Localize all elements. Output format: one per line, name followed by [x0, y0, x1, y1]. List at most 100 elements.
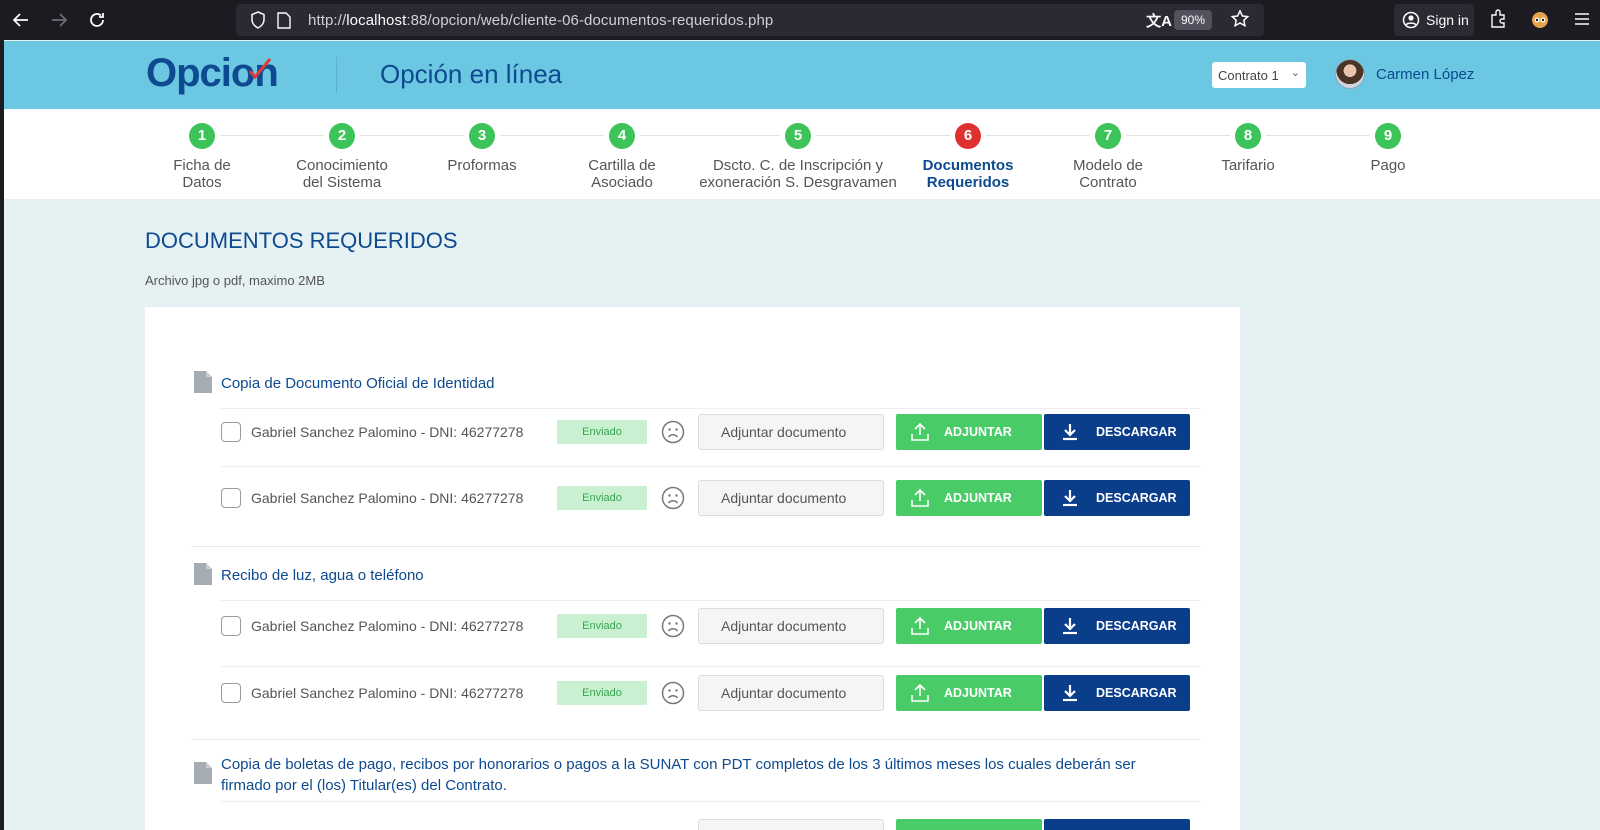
back-button[interactable]	[4, 3, 38, 37]
reload-button[interactable]	[80, 3, 114, 37]
row-checkbox[interactable]	[221, 616, 241, 636]
zoom-badge[interactable]: 90%	[1173, 10, 1212, 30]
person-label: Gabriel Sanchez Palomino - DNI: 46277278	[251, 490, 524, 506]
upload-label: ADJUNTAR	[944, 491, 1012, 505]
upload-button[interactable]: ADJUNTAR	[896, 414, 1042, 450]
download-button[interactable]: DESCARGAR	[1044, 608, 1190, 644]
row-checkbox[interactable]	[221, 488, 241, 508]
header-divider	[336, 57, 337, 93]
divider	[221, 408, 1201, 409]
shield-icon[interactable]	[248, 10, 268, 30]
document-row: Gabriel Sanchez Palomino - DNI: 46277278…	[221, 480, 1199, 516]
chevron-down-icon: ⌄	[1290, 67, 1300, 79]
extension-mask-icon[interactable]	[1530, 10, 1550, 35]
download-button[interactable]: DESCARGAR	[1044, 675, 1190, 711]
extensions-icon[interactable]	[1489, 8, 1509, 35]
document-icon	[194, 762, 212, 784]
page-icon	[274, 10, 294, 30]
sad-face-icon	[661, 420, 685, 444]
upload-label: ADJUNTAR	[944, 686, 1012, 700]
download-button[interactable]: DESCARGAR	[1044, 414, 1190, 450]
step-number: 8	[1235, 123, 1261, 149]
download-label: DESCARGAR	[1096, 686, 1177, 700]
document-icon	[194, 563, 212, 585]
page-subtitle: Archivo jpg o pdf, maximo 2MB	[145, 273, 325, 288]
step-label: Cartilla de Asociado	[588, 157, 656, 191]
upload-button[interactable]: ADJUNTAR	[896, 608, 1042, 644]
app-title: Opción en línea	[380, 59, 563, 89]
status-badge: Enviado	[557, 486, 647, 510]
group-title: Copia de boletas de pago, recibos por ho…	[221, 756, 1136, 794]
upload-label: ADJUNTAR	[944, 425, 1012, 439]
page-title: DOCUMENTOS REQUERIDOS	[145, 228, 458, 253]
person-label: Gabriel Sanchez Palomino - DNI: 46277278	[251, 424, 524, 440]
app-header: Opcion Opción en línea Contrato 1 ⌄ Carm…	[4, 41, 1600, 109]
status-badge: Enviado	[557, 614, 647, 638]
row-checkbox[interactable]	[221, 683, 241, 703]
download-icon	[1063, 685, 1077, 702]
download-label: DESCARGAR	[1096, 619, 1177, 633]
download-button[interactable]: DESCARGAR	[1044, 480, 1190, 516]
document-row: Gabriel Sanchez Palomino - DNI: 46277278…	[221, 608, 1199, 644]
sign-in-button[interactable]: Sign in	[1394, 4, 1474, 36]
sad-face-icon	[661, 681, 685, 705]
upload-button[interactable]: ADJUNTAR	[896, 480, 1042, 516]
person-label: Gabriel Sanchez Palomino - DNI: 46277278	[251, 685, 524, 701]
account-icon	[1402, 11, 1420, 29]
divider	[221, 801, 1201, 802]
group-divider	[191, 546, 1201, 547]
sign-in-label: Sign in	[1426, 12, 1469, 28]
file-input[interactable]: Adjuntar documento	[698, 675, 884, 711]
step-number: 7	[1095, 123, 1121, 149]
translate-icon[interactable]: 文A	[1146, 10, 1172, 31]
arrow-right-icon	[52, 13, 68, 27]
group-title: Copia de Documento Oficial de Identidad	[221, 375, 495, 392]
logo[interactable]: Opcion	[146, 51, 279, 96]
person-label: Gabriel Sanchez Palomino - DNI: 46277278	[251, 618, 524, 634]
step-number: 6	[955, 123, 981, 149]
documents-card: Copia de Documento Oficial de Identidad …	[145, 307, 1240, 830]
download-icon	[1063, 490, 1077, 507]
upload-icon	[911, 422, 929, 441]
browser-toolbar: http://localhost:88/opcion/web/cliente-0…	[0, 0, 1600, 40]
status-badge: Enviado	[557, 420, 647, 444]
upload-button[interactable]	[896, 819, 1042, 830]
download-icon	[1063, 424, 1077, 441]
reload-icon	[90, 13, 104, 27]
file-input[interactable]: Adjuntar documento	[698, 480, 884, 516]
address-bar[interactable]: http://localhost:88/opcion/web/cliente-0…	[236, 4, 1264, 36]
file-input[interactable]: Adjuntar documento	[698, 608, 884, 644]
document-row: Gabriel Sanchez Palomino - DNI: 46277278…	[221, 675, 1199, 711]
document-row: Gabriel Sanchez Palomino - DNI: 46277278…	[221, 414, 1199, 450]
document-icon	[194, 371, 212, 393]
status-badge: Enviado	[557, 681, 647, 705]
step-number: 2	[329, 123, 355, 149]
contract-select[interactable]: Contrato 1 ⌄	[1212, 62, 1306, 88]
download-label: DESCARGAR	[1096, 491, 1177, 505]
upload-button[interactable]: ADJUNTAR	[896, 675, 1042, 711]
user-name[interactable]: Carmen López	[1376, 66, 1474, 83]
bookmark-star-icon[interactable]	[1230, 9, 1250, 34]
step-label: Pago	[1370, 157, 1406, 174]
upload-label: ADJUNTAR	[944, 619, 1012, 633]
url-text[interactable]: http://localhost:88/opcion/web/cliente-0…	[308, 12, 773, 29]
file-input[interactable]: Adjuntar documento	[698, 414, 884, 450]
file-input[interactable]	[698, 819, 884, 830]
download-icon	[1063, 618, 1077, 635]
step-number: 4	[609, 123, 635, 149]
arrow-left-icon	[12, 13, 28, 27]
row-checkbox[interactable]	[221, 422, 241, 442]
divider	[221, 666, 1201, 667]
sad-face-icon	[661, 614, 685, 638]
step-number: 1	[189, 123, 215, 149]
menu-icon[interactable]	[1574, 11, 1590, 32]
upload-icon	[911, 683, 929, 702]
avatar[interactable]	[1335, 59, 1365, 89]
divider	[221, 466, 1201, 467]
document-row	[221, 819, 1199, 830]
upload-icon	[911, 488, 929, 507]
step-9[interactable]: 9 Pago	[1283, 123, 1493, 174]
step-label: Ficha de Datos	[173, 157, 231, 191]
download-button[interactable]	[1044, 819, 1190, 830]
forward-button[interactable]	[42, 3, 76, 37]
